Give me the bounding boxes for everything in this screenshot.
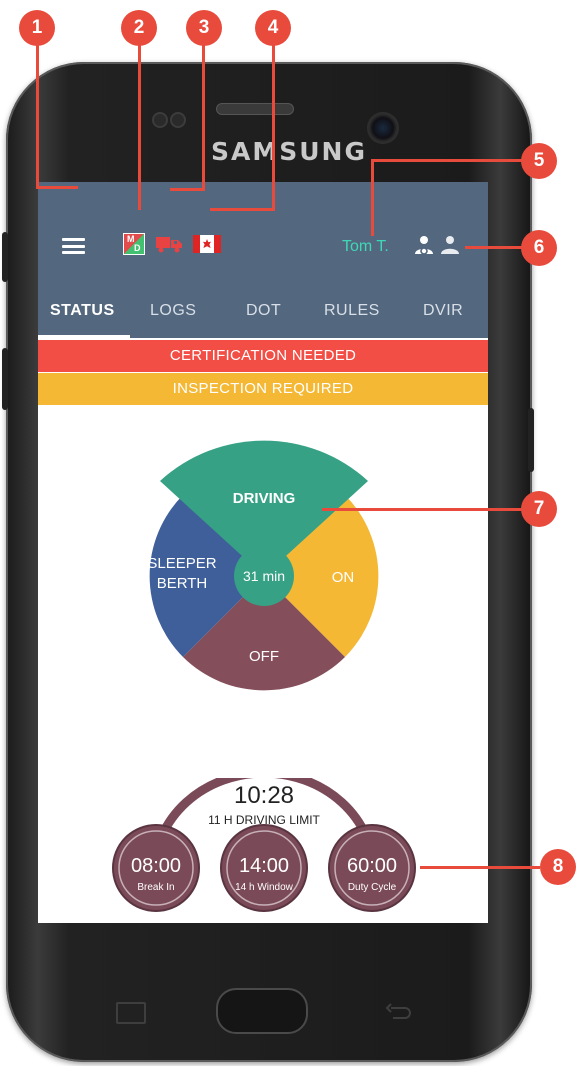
leader-line-7 [322, 508, 532, 511]
tab-bar: STATUS LOGS DOT RULES DVIR [38, 296, 488, 338]
volume-down-button [2, 348, 8, 410]
hamburger-menu-icon[interactable] [62, 238, 85, 254]
sleeper-label-line1: SLEEPER [147, 555, 216, 572]
marker-5: 5 [521, 143, 557, 179]
earpiece-speaker [216, 103, 294, 115]
status-duration: 31 min [243, 568, 285, 584]
leader-line-2 [138, 40, 141, 210]
duty-status-wheel: DRIVING SLEEPER BERTH ON OFF 31 min [147, 440, 379, 691]
window-timer[interactable]: 14:00 14 h Window [220, 824, 308, 912]
app-screen: M D Tom T. STATUS LOGS DOT RULES DVIR CE… [38, 182, 488, 923]
off-label: OFF [249, 648, 279, 665]
on-label: ON [332, 569, 355, 586]
leader-line-3b [170, 188, 205, 191]
tab-rules[interactable]: RULES [324, 302, 380, 320]
app-bar: M D Tom T. STATUS LOGS DOT RULES DVIR [38, 182, 488, 338]
leader-line-5b [371, 159, 531, 162]
driving-label: DRIVING [233, 490, 296, 507]
marker-4: 4 [255, 10, 291, 46]
back-icon[interactable] [385, 1002, 411, 1022]
home-button[interactable] [216, 988, 308, 1034]
volume-up-button [2, 232, 8, 282]
inspection-banner[interactable]: INSPECTION REQUIRED [38, 373, 488, 405]
leader-line-1b [36, 186, 78, 189]
driver-icon[interactable] [414, 235, 434, 255]
window-label: 14 h Window [235, 882, 294, 893]
hos-limits-gauge: 10:28 11 H DRIVING LIMIT 08:00 Break In … [112, 778, 416, 912]
leader-line-4 [272, 40, 275, 210]
active-tab-indicator [38, 335, 130, 338]
marker-6: 6 [521, 230, 557, 266]
proximity-sensor [152, 112, 168, 128]
marker-7: 7 [521, 491, 557, 527]
leader-line-5 [371, 160, 374, 236]
tab-logs[interactable]: LOGS [150, 302, 196, 320]
break-time: 08:00 [131, 855, 181, 877]
tab-status[interactable]: STATUS [50, 302, 115, 320]
driving-time: 10:28 [234, 782, 294, 809]
md-status-icon[interactable]: M D [123, 233, 145, 255]
break-in-timer[interactable]: 08:00 Break In [112, 824, 200, 912]
cycle-label: Duty Cycle [348, 882, 397, 893]
leader-line-4b [210, 208, 275, 211]
marker-1: 1 [19, 10, 55, 46]
tab-dvir[interactable]: DVIR [423, 302, 463, 320]
leader-line-3 [202, 40, 205, 190]
cycle-time: 60:00 [347, 855, 397, 877]
marker-3: 3 [186, 10, 222, 46]
marker-2: 2 [121, 10, 157, 46]
power-button [528, 408, 534, 472]
tab-dot[interactable]: DOT [246, 302, 281, 320]
driver-name[interactable]: Tom T. [342, 238, 389, 256]
canada-flag-icon[interactable] [193, 235, 221, 253]
leader-line-8 [420, 866, 540, 869]
truck-connection-icon[interactable] [156, 235, 184, 253]
window-time: 14:00 [239, 855, 289, 877]
marker-8: 8 [540, 849, 576, 885]
sleeper-label-line2: BERTH [157, 575, 208, 592]
light-sensor [170, 112, 186, 128]
co-driver-icon[interactable] [440, 235, 460, 255]
recent-apps-icon[interactable] [116, 1002, 146, 1024]
duty-cycle-timer[interactable]: 60:00 Duty Cycle [328, 824, 416, 912]
break-label: Break In [137, 882, 174, 893]
leader-line-1 [36, 40, 39, 188]
md-badge-bottom: D [134, 243, 141, 253]
certification-banner[interactable]: CERTIFICATION NEEDED [38, 340, 488, 372]
